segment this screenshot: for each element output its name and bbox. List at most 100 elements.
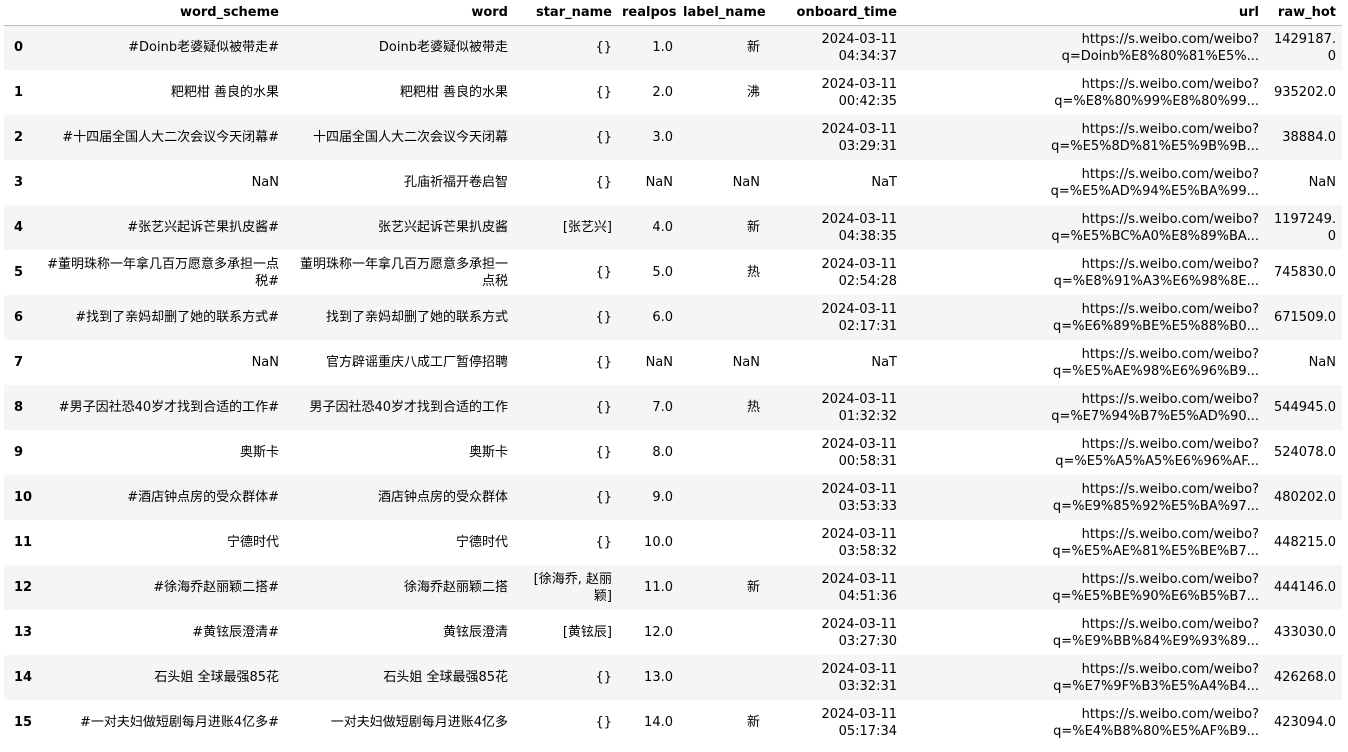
cell-realpos: NaN	[645, 175, 673, 190]
cell-label-name: 新	[746, 220, 760, 235]
header-raw-hot: raw_hot	[1265, 0, 1342, 26]
cell-star-name: {}	[595, 670, 612, 685]
cell-word-scheme: NaN	[251, 355, 279, 370]
cell-word: 奥斯卡	[468, 445, 508, 460]
cell-label-name: 热	[746, 400, 760, 415]
cell-onboard-time: 2024-03-11 04:51:36	[821, 571, 897, 604]
cell-word: 酒店钟点房的受众群体	[377, 490, 508, 505]
cell-word-scheme: #找到了亲妈却删了她的联系方式#	[75, 310, 279, 325]
cell-onboard-time: 2024-03-11 04:34:37	[821, 31, 897, 64]
row-index: 2	[14, 130, 24, 145]
cell-onboard-time: 2024-03-11 03:58:32	[821, 526, 897, 559]
cell-label-name: 沸	[746, 85, 760, 100]
row-index: 7	[14, 355, 24, 370]
cell-word: 孔庙祈福开卷启智	[403, 175, 508, 190]
table-row: 12 #徐海乔赵丽颖二搭# 徐海乔赵丽颖二搭 [徐海乔, 赵丽颖] 11.0 新 2024-…	[4, 565, 1342, 610]
cell-word-scheme: #酒店钟点房的受众群体#	[127, 490, 279, 505]
cell-realpos: NaN	[645, 355, 673, 370]
cell-word: 黄铉辰澄清	[442, 625, 508, 640]
cell-star-name: [徐海乔, 赵丽颖]	[533, 571, 612, 604]
cell-word-scheme: #张艺兴起诉芒果扒皮酱#	[127, 220, 279, 235]
cell-star-name: {}	[595, 310, 612, 325]
cell-realpos: 8.0	[652, 445, 673, 460]
cell-word-scheme: 粑粑柑 善良的水果	[170, 85, 279, 100]
table-row: 4 #张艺兴起诉芒果扒皮酱# 张艺兴起诉芒果扒皮酱 [张艺兴] 4.0 新 2024-03-…	[4, 205, 1342, 250]
cell-realpos: 7.0	[652, 400, 673, 415]
cell-word-scheme: #董明珠称一年拿几百万愿意多承担一点税#	[47, 256, 279, 289]
cell-label-name	[679, 430, 766, 475]
table-header: word_scheme word star_name realpos label…	[4, 0, 1342, 26]
cell-label-name	[679, 610, 766, 655]
row-index: 0	[14, 40, 24, 56]
cell-word: 张艺兴起诉芒果扒皮酱	[377, 220, 508, 235]
cell-label-name	[679, 295, 766, 340]
cell-star-name: [黄铉辰]	[562, 625, 612, 640]
cell-raw-hot: 544945.0	[1273, 400, 1336, 415]
table-row: 15 #一对夫妇做短剧每月进账4亿多# 一对夫妇做短剧每月进账4亿多 {} 14.0 新 2…	[4, 700, 1342, 745]
cell-star-name: {}	[595, 355, 612, 370]
header-label-name: label_name	[679, 0, 766, 26]
cell-onboard-time: 2024-03-11 03:32:31	[821, 661, 897, 694]
cell-word-scheme: #十四届全国人大二次会议今天闭幕#	[62, 130, 279, 145]
cell-raw-hot: 524078.0	[1273, 445, 1336, 460]
cell-star-name: {}	[595, 400, 612, 415]
cell-word: Doinb老婆疑似被带走	[378, 40, 508, 56]
cell-word-scheme: #一对夫妇做短剧每月进账4亿多#	[79, 715, 279, 730]
cell-raw-hot: 426268.0	[1273, 670, 1336, 685]
row-index: 5	[14, 265, 24, 280]
table-row: 10 #酒店钟点房的受众群体# 酒店钟点房的受众群体 {} 9.0 2024-03-11 …	[4, 475, 1342, 520]
cell-star-name: {}	[595, 175, 612, 190]
cell-realpos: 11.0	[644, 580, 673, 595]
header-word: word	[285, 0, 514, 26]
cell-word-scheme: #男子因社恐40岁才找到合适的工作#	[58, 400, 279, 415]
table-row: 8 #男子因社恐40岁才找到合适的工作# 男子因社恐40岁才找到合适的工作 {} 7.0…	[4, 385, 1342, 430]
table-row: 6 #找到了亲妈却删了她的联系方式# 找到了亲妈却删了她的联系方式 {} 6.0 2024…	[4, 295, 1342, 340]
cell-star-name: {}	[595, 445, 612, 460]
cell-realpos: 2.0	[652, 85, 673, 100]
cell-star-name: {}	[595, 130, 612, 145]
cell-url: https://s.weibo.com/weibo? q=%E5%BE%90%E…	[1052, 571, 1259, 604]
cell-raw-hot: 935202.0	[1273, 85, 1336, 100]
cell-star-name: {}	[595, 40, 612, 56]
cell-label-name: NaN	[732, 175, 760, 190]
cell-word: 董明珠称一年拿几百万愿意多承担一点税	[299, 256, 508, 289]
header-star-name: star_name	[514, 0, 618, 26]
header-index	[4, 0, 40, 26]
cell-word: 官方辟谣重庆八成工厂暂停招聘	[325, 355, 508, 370]
cell-realpos: 10.0	[644, 535, 673, 550]
row-index: 10	[14, 490, 33, 505]
cell-word: 一对夫妇做短剧每月进账4亿多	[330, 715, 508, 730]
cell-realpos: 14.0	[644, 715, 673, 730]
cell-word: 粑粑柑 善良的水果	[399, 85, 508, 100]
cell-url: https://s.weibo.com/weibo? q=%E8%80%99%E…	[1054, 76, 1259, 109]
cell-raw-hot: 423094.0	[1273, 715, 1336, 730]
cell-word: 十四届全国人大二次会议今天闭幕	[312, 130, 508, 145]
table-row: 1 粑粑柑 善良的水果 粑粑柑 善良的水果 {} 2.0 沸 2024-03-11 00:4…	[4, 70, 1342, 115]
cell-star-name: {}	[595, 715, 612, 730]
row-index: 1	[14, 85, 24, 100]
cell-label-name: 新	[746, 580, 760, 595]
cell-url: https://s.weibo.com/weibo? q=%E4%B8%80%E…	[1053, 706, 1259, 739]
cell-word-scheme: #黄铉辰澄清#	[192, 625, 279, 640]
cell-realpos: 9.0	[652, 490, 673, 505]
cell-raw-hot: 448215.0	[1273, 535, 1336, 550]
cell-url: https://s.weibo.com/weibo? q=%E5%8D%81%E…	[1051, 121, 1259, 154]
cell-word: 宁德时代	[455, 535, 508, 550]
cell-star-name: {}	[595, 85, 612, 100]
cell-url: https://s.weibo.com/weibo? q=%E6%89%BE%E…	[1052, 301, 1259, 334]
cell-word-scheme: NaN	[251, 175, 279, 190]
row-index: 8	[14, 400, 24, 415]
cell-realpos: 5.0	[652, 265, 673, 280]
cell-raw-hot: 38884.0	[1282, 130, 1336, 145]
cell-realpos: 6.0	[652, 310, 673, 325]
row-index: 15	[14, 715, 33, 730]
cell-url: https://s.weibo.com/weibo? q=%E7%94%B7%E…	[1051, 391, 1259, 424]
table-row: 3 NaN 孔庙祈福开卷启智 {} NaN NaN NaT https://s.weibo.c…	[4, 160, 1342, 205]
cell-realpos: 12.0	[644, 625, 673, 640]
cell-word: 找到了亲妈却删了她的联系方式	[325, 310, 508, 325]
cell-onboard-time: 2024-03-11 02:54:28	[821, 256, 897, 289]
dataframe-table: word_scheme word star_name realpos label…	[4, 0, 1342, 745]
table-row: 5 #董明珠称一年拿几百万愿意多承担一点税# 董明珠称一年拿几百万愿意多承担一点税 {…	[4, 250, 1342, 295]
cell-realpos: 13.0	[644, 670, 673, 685]
row-index: 6	[14, 310, 24, 325]
